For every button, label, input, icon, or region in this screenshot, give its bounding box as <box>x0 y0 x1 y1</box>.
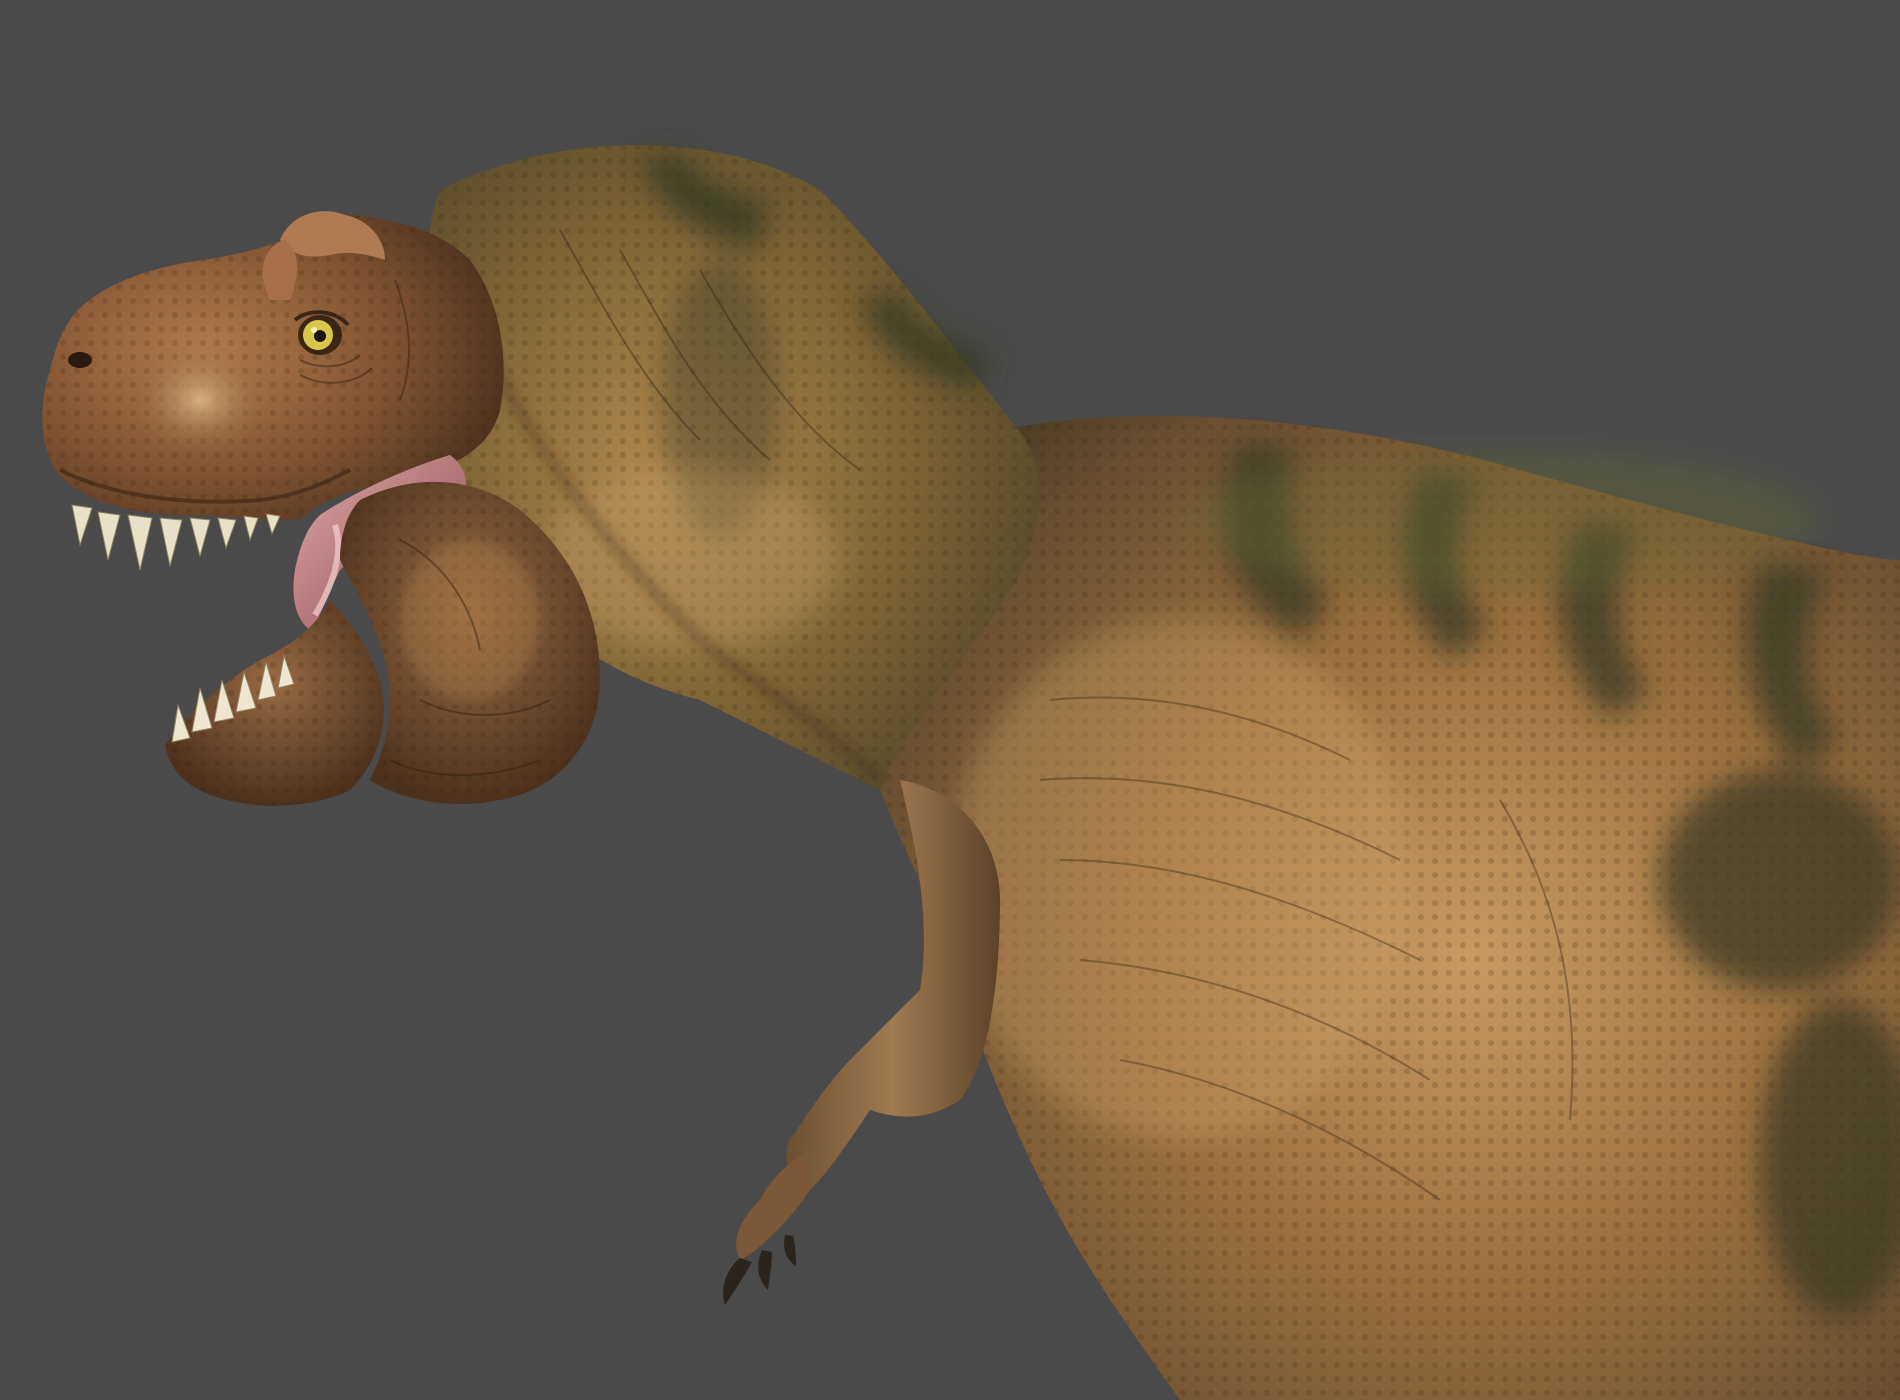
cheek-highlight <box>125 340 275 460</box>
claw-icon <box>758 1250 772 1290</box>
trex-render <box>42 145 1900 1400</box>
forelimb <box>723 780 1000 1305</box>
nostril <box>68 352 92 368</box>
claw-icon <box>723 1258 752 1305</box>
body <box>880 415 1900 1400</box>
render-viewport <box>0 0 1900 1400</box>
claw-icon <box>784 1235 796 1266</box>
